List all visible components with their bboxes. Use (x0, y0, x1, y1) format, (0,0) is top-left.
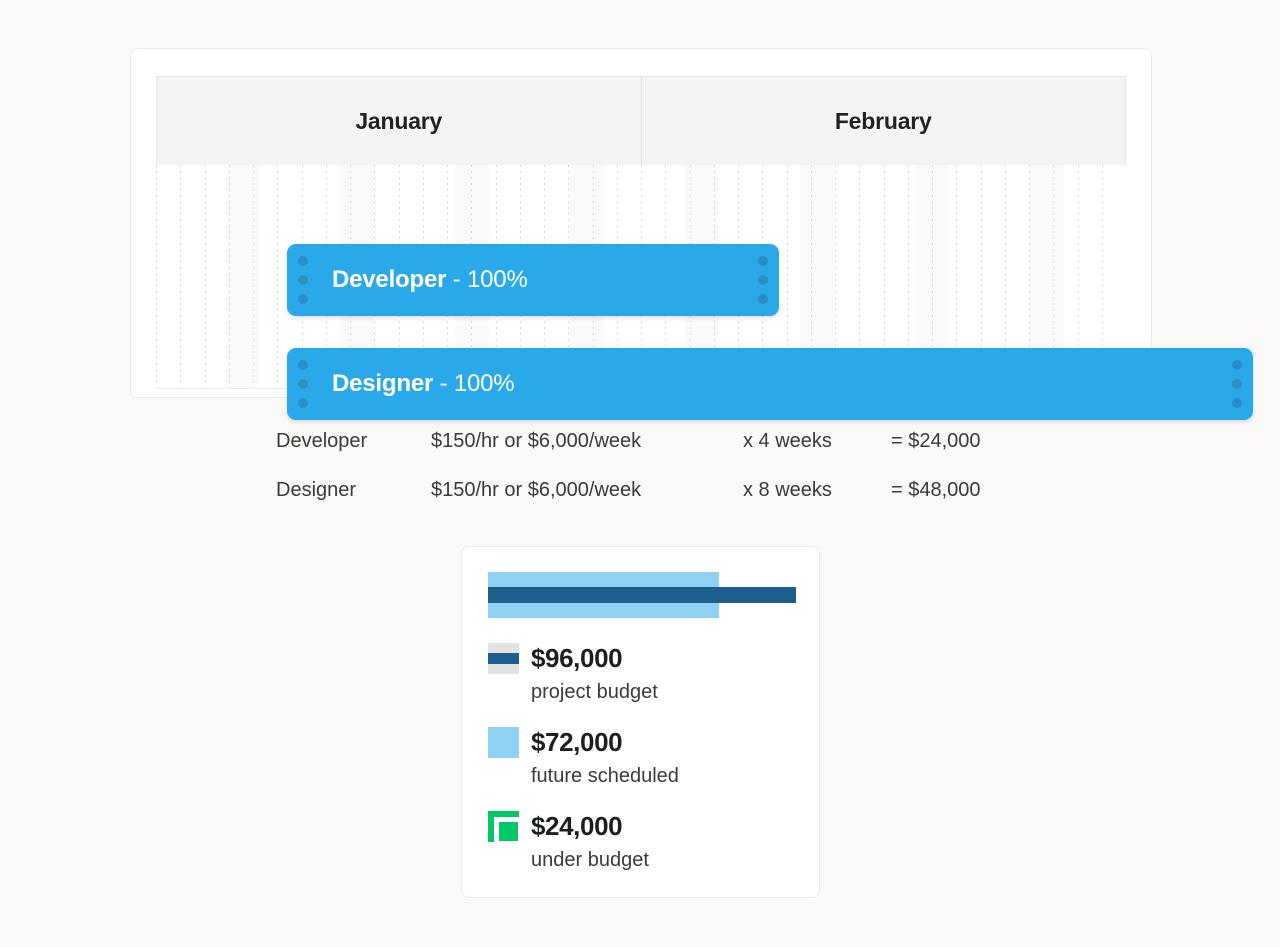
legend-head: $96,000 (488, 642, 658, 674)
day-gridline (156, 165, 157, 389)
legend-item-project-budget: $96,000 project budget (488, 642, 658, 704)
day-gridline (180, 165, 181, 389)
task-role: Designer (332, 370, 434, 397)
task-role: Developer (332, 266, 447, 293)
legend-item-future-scheduled: $72,000 future scheduled (488, 726, 679, 788)
rate-role: Developer (276, 430, 368, 452)
legend-head: $24,000 (488, 810, 649, 846)
gantt-card: January February Developer - 100% Design… (130, 48, 1253, 420)
rate-amount: $150/hr or $6,000/week (431, 479, 642, 501)
timeline-month-header: January February (156, 76, 1126, 165)
rate-amount: $150/hr or $6,000/week (431, 430, 642, 452)
rate-role: Designer (276, 479, 357, 501)
drag-handle-dots-icon-right[interactable] (758, 256, 768, 304)
drag-handle-dots-icon-right[interactable] (1232, 360, 1242, 408)
month-column-february[interactable]: February (640, 77, 1126, 165)
rate-duration: x 4 weeks (743, 430, 832, 452)
table-row: Developer $150/hr or $6,000/week x 4 wee… (276, 430, 1036, 479)
day-gridline (277, 165, 278, 389)
legend-caption: under budget (531, 849, 649, 871)
rate-total: = $24,000 (891, 430, 981, 452)
month-label: February (834, 107, 932, 134)
legend-item-under-budget: $24,000 under budget (488, 810, 649, 872)
legend-amount: $24,000 (531, 810, 623, 841)
rate-duration: x 8 weeks (743, 479, 832, 501)
budget-bar-chart (488, 572, 796, 618)
legend-amount: $96,000 (531, 642, 623, 673)
task-bar-designer[interactable]: Designer - 100% (287, 348, 1253, 420)
month-label: January (355, 107, 443, 134)
task-bar-label: Designer - 100% (332, 370, 515, 398)
drag-handle-dots-icon-left[interactable] (298, 360, 308, 408)
legend-head: $72,000 (488, 726, 679, 758)
task-allocation: - 100% (452, 266, 528, 293)
rate-breakdown-table: Developer $150/hr or $6,000/week x 4 wee… (276, 430, 1036, 528)
rate-total: = $48,000 (891, 479, 981, 501)
month-column-january[interactable]: January (157, 77, 641, 165)
budget-line-swatch-icon (488, 642, 519, 674)
task-allocation: - 100% (439, 370, 515, 397)
bar-project-budget (488, 587, 796, 603)
table-row: Designer $150/hr or $6,000/week x 8 week… (276, 479, 1036, 528)
task-bar-developer[interactable]: Developer - 100% (287, 244, 779, 316)
legend-caption: project budget (531, 681, 658, 703)
future-fill-swatch-icon (488, 726, 519, 758)
under-budget-swatch-icon (488, 810, 523, 846)
budget-summary-card: $96,000 project budget $72,000 future sc… (461, 546, 820, 898)
task-bar-label: Developer - 100% (332, 266, 528, 294)
day-gridline (253, 165, 254, 389)
drag-handle-dots-icon-left[interactable] (298, 256, 308, 304)
day-gridline (205, 165, 206, 389)
legend-amount: $72,000 (531, 726, 623, 757)
day-gridline (229, 165, 230, 389)
legend-caption: future scheduled (531, 765, 679, 787)
